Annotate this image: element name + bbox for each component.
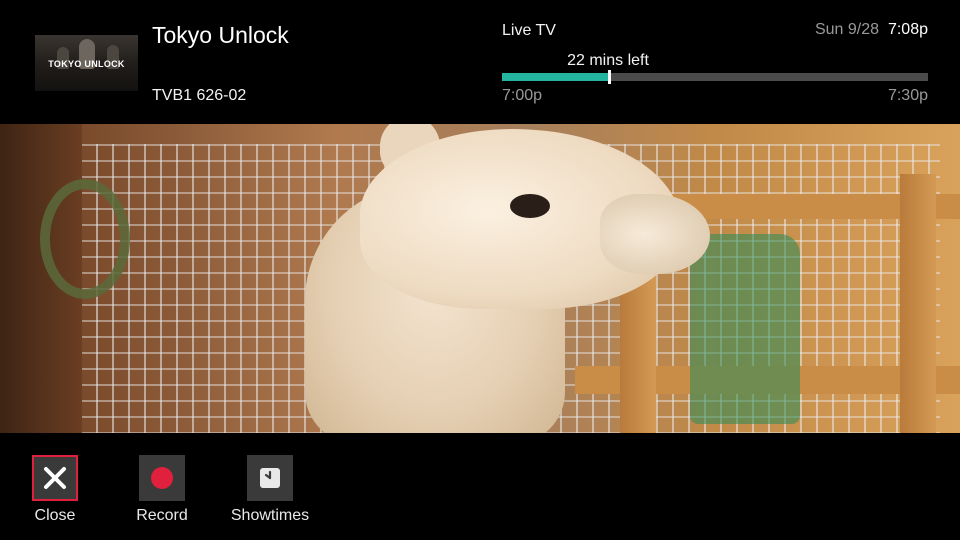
video-wood-post	[900, 174, 936, 433]
source-label: Live TV	[502, 22, 556, 39]
program-info-bar: TOKYO UNLOCK Tokyo Unlock TVB1 626-02 Li…	[0, 0, 960, 124]
thumbnail-title: TOKYO UNLOCK	[48, 59, 125, 69]
clock-icon	[260, 468, 280, 488]
showtimes-label: Showtimes	[230, 507, 310, 524]
video-alpaca-eye	[510, 194, 550, 218]
record-control[interactable]: Record	[117, 455, 207, 535]
record-icon	[151, 467, 173, 489]
record-label: Record	[136, 507, 188, 524]
showtimes-control[interactable]: Showtimes	[225, 455, 315, 535]
channel-info: TVB1 626-02	[152, 87, 247, 104]
showtimes-button[interactable]	[247, 455, 293, 501]
video-frame	[0, 124, 960, 433]
time-remaining: 22 mins left	[567, 52, 649, 69]
program-progress-bar	[502, 70, 928, 84]
program-end-time: 7:30p	[887, 87, 928, 104]
current-date: Sun 9/28	[814, 21, 879, 38]
close-control[interactable]: Close	[10, 455, 100, 535]
close-label: Close	[34, 507, 76, 524]
program-start-time: 7:00p	[502, 87, 543, 104]
playhead-marker	[607, 70, 611, 84]
close-icon	[44, 467, 66, 489]
video-rope	[40, 179, 130, 299]
program-progress-fill	[502, 73, 609, 81]
record-button[interactable]	[139, 455, 185, 501]
video-alpaca-snout	[600, 194, 710, 274]
program-thumbnail: TOKYO UNLOCK	[35, 35, 138, 91]
live-tv-player: TOKYO UNLOCK Tokyo Unlock TVB1 626-02 Li…	[0, 0, 960, 540]
current-time: 7:08p	[887, 21, 928, 38]
close-button[interactable]	[32, 455, 78, 501]
program-title: Tokyo Unlock	[152, 22, 289, 48]
control-bar: Close Record Showtimes	[0, 433, 960, 540]
video-green-net	[690, 234, 800, 424]
